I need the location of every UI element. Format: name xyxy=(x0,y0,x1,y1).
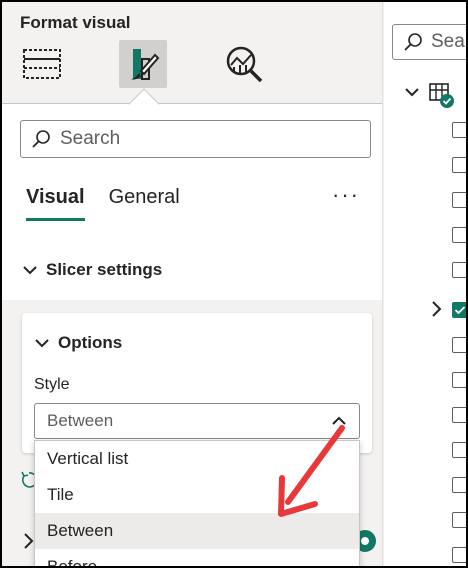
slicer-settings-section[interactable]: Slicer settings xyxy=(22,260,162,280)
field-checkbox[interactable] xyxy=(452,337,466,353)
chevron-down-icon xyxy=(23,266,37,275)
option-vertical-list[interactable]: Vertical list xyxy=(35,441,359,477)
format-search-box[interactable]: Search xyxy=(20,120,371,158)
style-dropdown[interactable]: Between xyxy=(34,403,360,439)
style-selected-value: Between xyxy=(47,411,114,430)
section-label: Slicer settings xyxy=(46,260,163,279)
chevron-right-icon[interactable] xyxy=(430,300,442,318)
field-checkbox[interactable] xyxy=(452,262,466,278)
options-card-header[interactable]: Options xyxy=(34,333,122,353)
field-checkbox[interactable] xyxy=(452,372,466,388)
tab-general[interactable]: General xyxy=(109,186,180,221)
field-checkbox[interactable] xyxy=(452,192,466,208)
option-before[interactable]: Before xyxy=(35,549,359,566)
field-checkbox[interactable] xyxy=(452,227,466,243)
checkmark-icon xyxy=(454,306,466,315)
format-pane: Format visual Search Visual General ··· … xyxy=(2,2,383,566)
format-tabs: Visual General xyxy=(26,186,180,221)
chevron-up-icon xyxy=(332,416,346,425)
field-checkbox[interactable] xyxy=(452,547,466,563)
chevron-down-icon xyxy=(35,339,49,348)
chevron-down-icon[interactable] xyxy=(404,86,420,98)
table-icon xyxy=(429,83,454,108)
data-search-placeholder: Sea xyxy=(431,31,465,52)
tab-visual[interactable]: Visual xyxy=(26,186,85,221)
pane-title: Format visual xyxy=(20,13,131,32)
field-checkbox[interactable] xyxy=(452,122,466,138)
search-placeholder: Search xyxy=(60,128,121,149)
field-checkbox[interactable] xyxy=(452,442,466,458)
field-checkbox[interactable] xyxy=(452,512,466,528)
data-search-box[interactable]: Sea xyxy=(392,24,466,60)
style-options-list: Vertical list Tile Between Before xyxy=(34,440,360,566)
field-checkbox-checked[interactable] xyxy=(452,302,466,318)
build-visual-button[interactable] xyxy=(18,40,66,88)
build-visual-icon xyxy=(23,49,61,79)
data-pane: Sea xyxy=(384,2,466,566)
format-visual-icon xyxy=(131,49,160,80)
search-icon xyxy=(32,130,50,148)
field-checkbox[interactable] xyxy=(452,407,466,423)
app-frame: Format visual Search Visual General ··· … xyxy=(2,2,466,566)
field-checkbox[interactable] xyxy=(452,477,466,493)
analytics-icon xyxy=(226,46,263,83)
style-label: Style xyxy=(34,376,70,393)
field-checkbox[interactable] xyxy=(452,157,466,173)
search-icon xyxy=(404,33,422,51)
option-between[interactable]: Between xyxy=(35,513,359,549)
analytics-button[interactable] xyxy=(220,40,268,88)
options-card-title: Options xyxy=(58,333,123,352)
chevron-right-icon[interactable] xyxy=(22,532,34,550)
format-visual-button[interactable] xyxy=(119,40,167,88)
more-options-button[interactable]: ··· xyxy=(332,182,360,208)
option-tile[interactable]: Tile xyxy=(35,477,359,513)
